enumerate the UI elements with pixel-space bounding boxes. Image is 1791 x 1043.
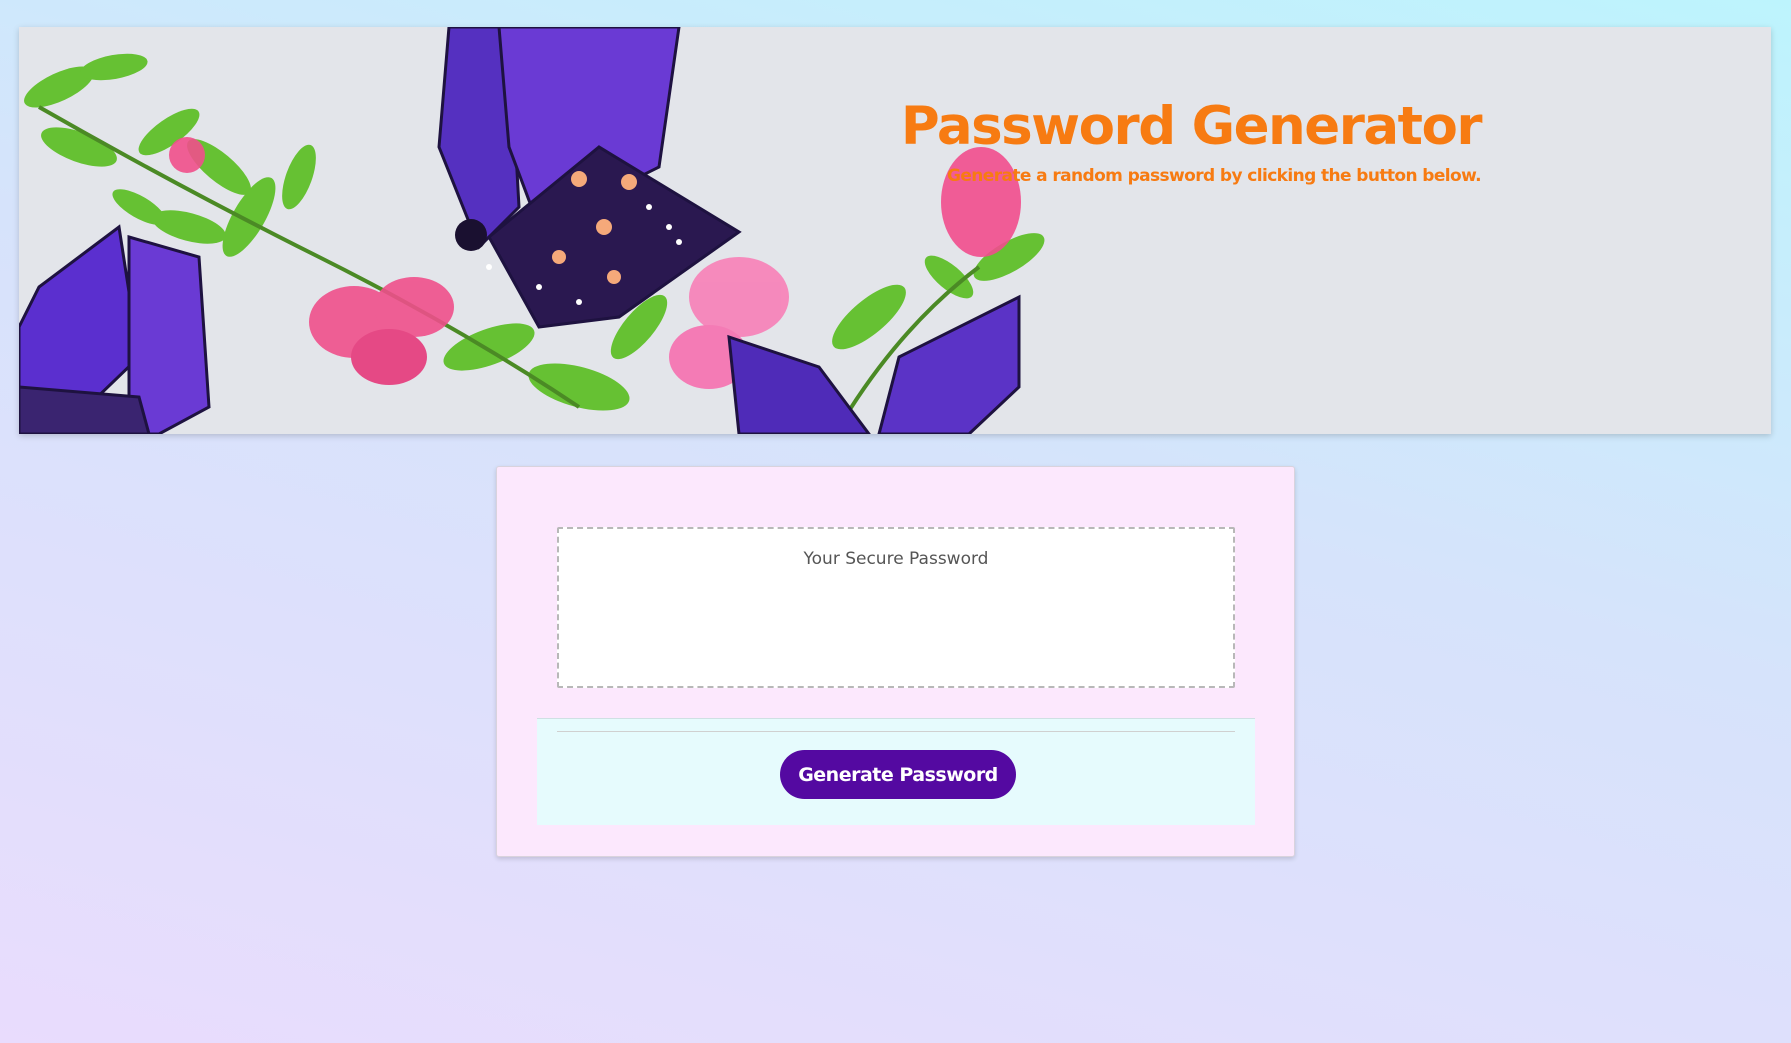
- password-output[interactable]: [557, 527, 1235, 688]
- page-subtitle: Generate a random password by clicking t…: [947, 165, 1482, 186]
- generate-password-button[interactable]: Generate Password: [780, 750, 1016, 799]
- card-footer: Generate Password: [537, 718, 1255, 825]
- header-text: Password Generator Generate a random pas…: [900, 95, 1483, 186]
- footer-divider: [557, 731, 1235, 732]
- password-card: Generate Password: [496, 466, 1295, 857]
- page-title: Password Generator: [900, 96, 1483, 157]
- header-banner: Password Generator Generate a random pas…: [19, 27, 1771, 434]
- butterfly-flowers-illustration: [19, 27, 1045, 434]
